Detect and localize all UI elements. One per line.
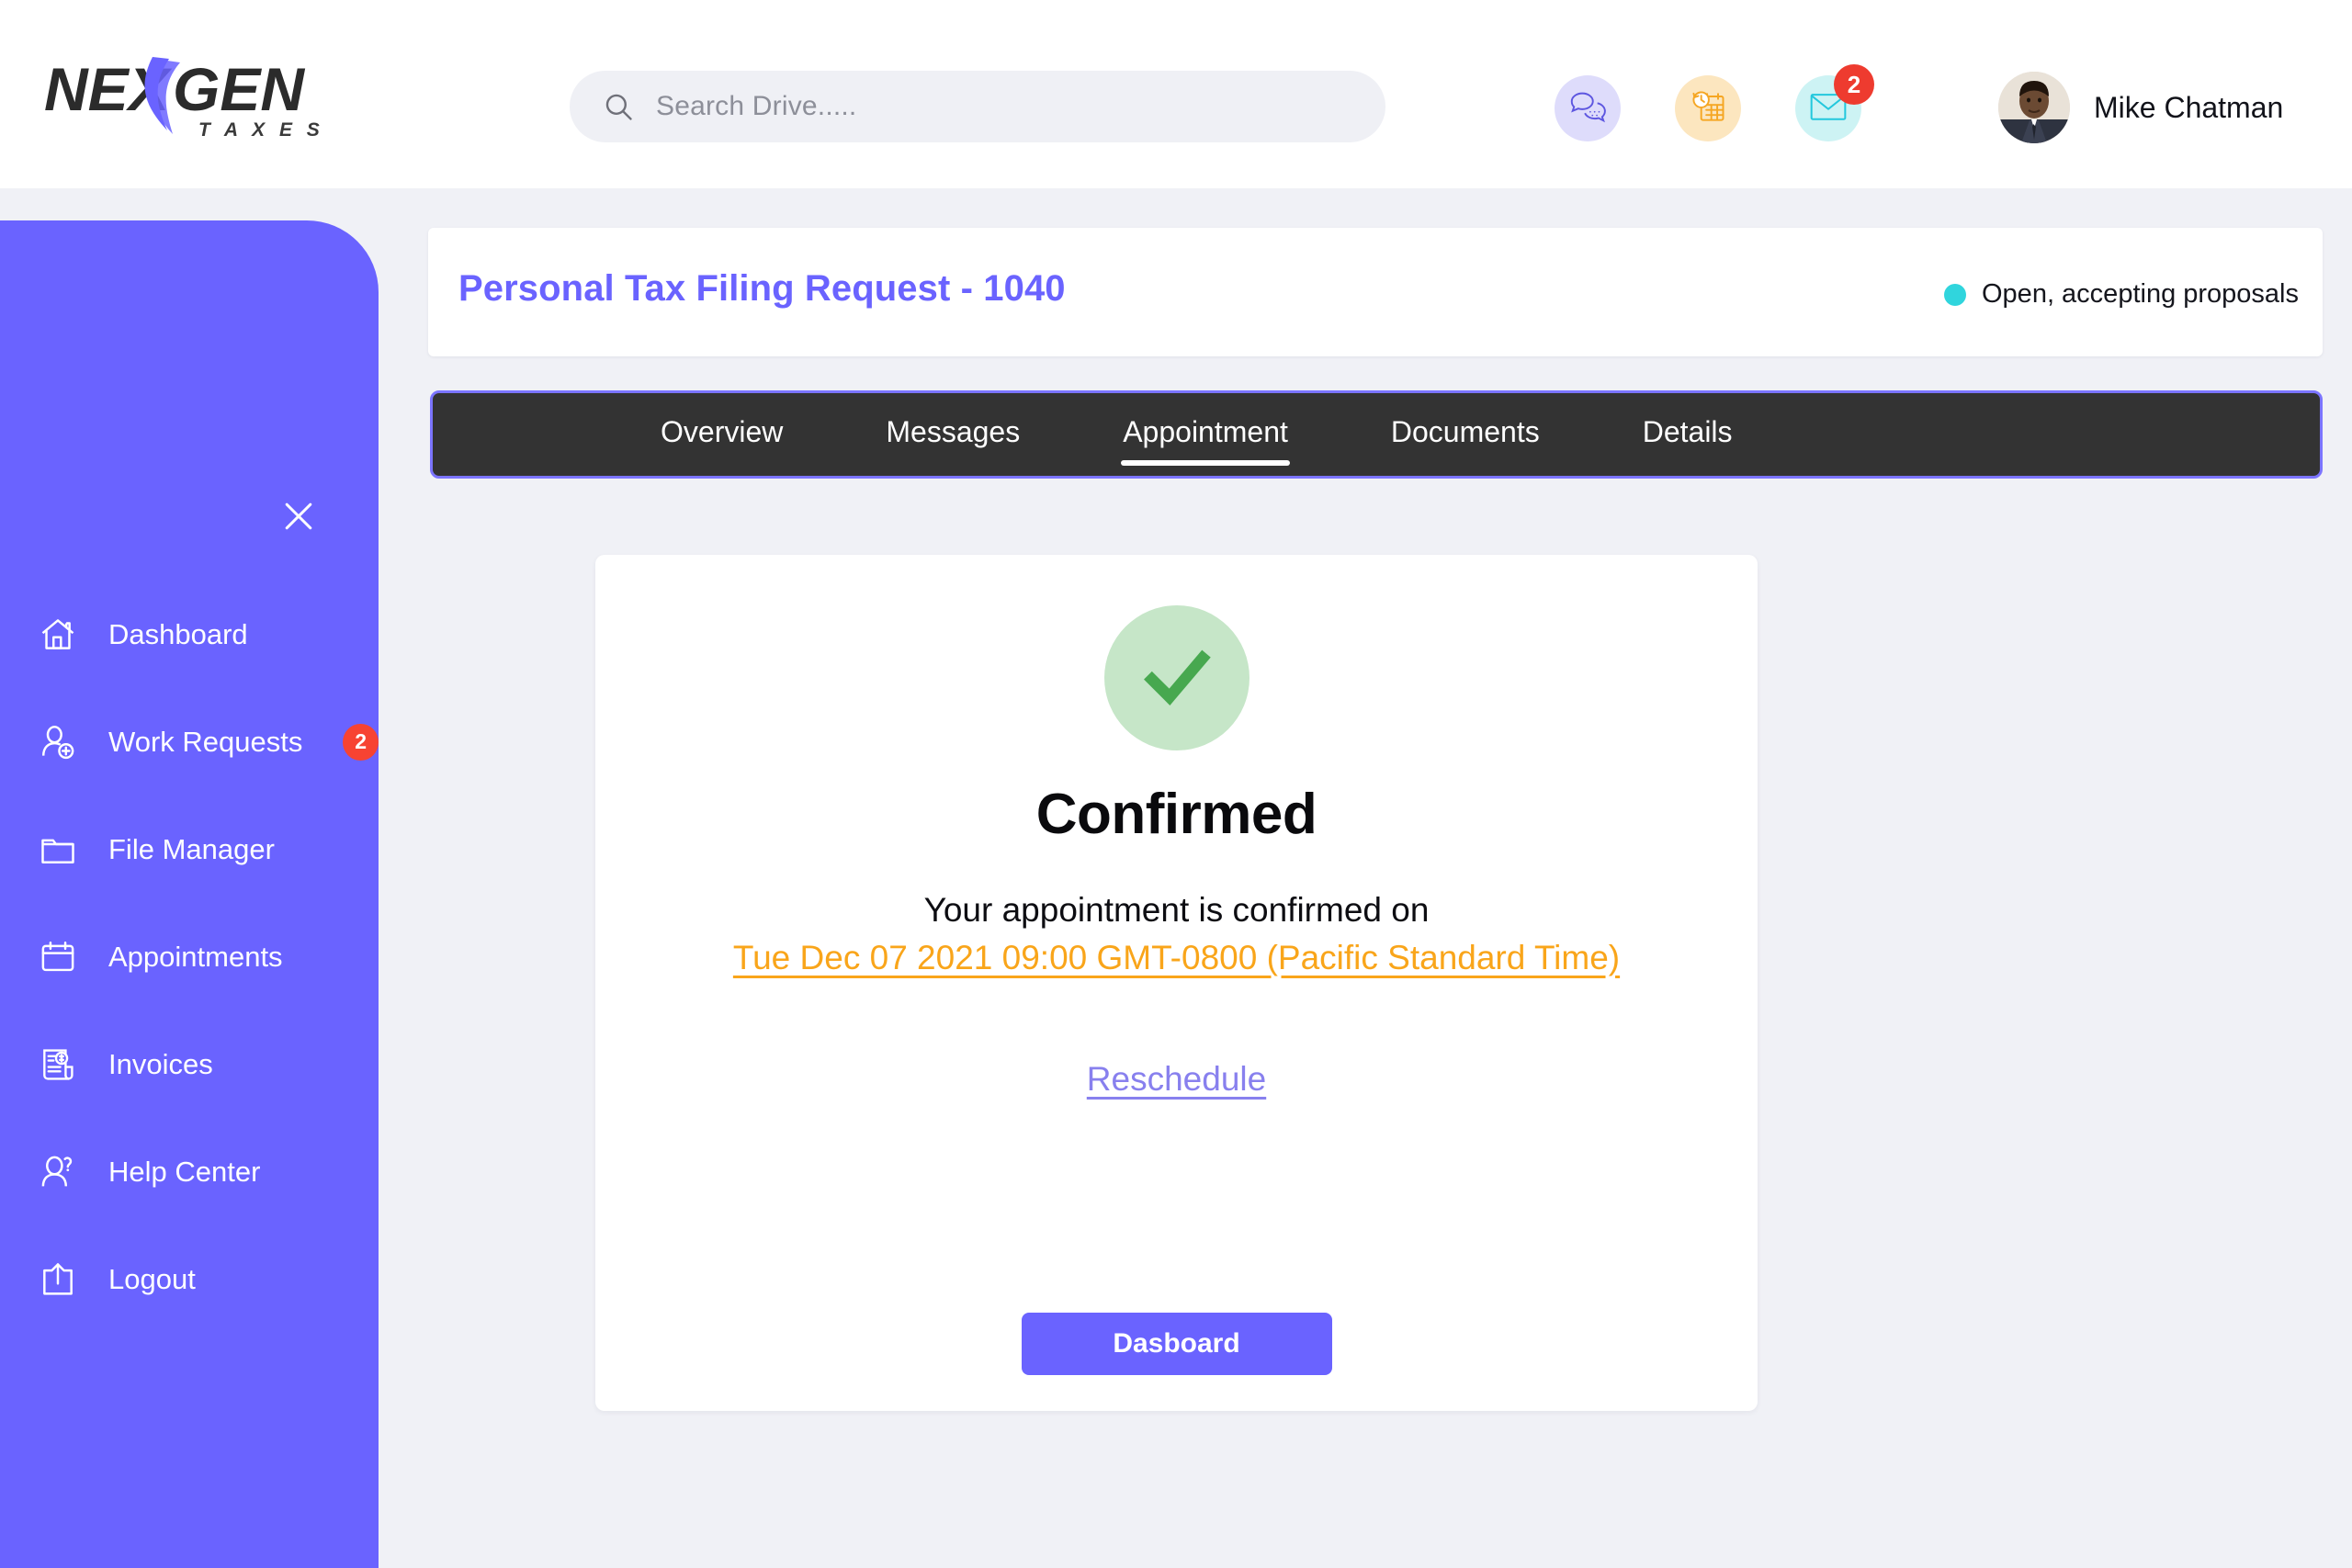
confirmation-heading: Confirmed bbox=[1035, 783, 1317, 846]
sidebar-item-work-requests[interactable]: Work Requests 2 bbox=[0, 688, 379, 795]
tab-appointment[interactable]: Appointment bbox=[1121, 415, 1290, 466]
tab-documents[interactable]: Documents bbox=[1391, 415, 1540, 455]
logout-icon bbox=[37, 1258, 79, 1301]
sidebar-item-appointments[interactable]: Appointments bbox=[0, 903, 379, 1010]
user-add-icon bbox=[37, 721, 79, 763]
user-profile[interactable]: Mike Chatman bbox=[1998, 72, 2283, 143]
top-header: NE X GEN T A X E S Search Drive..... bbox=[0, 0, 2352, 188]
status-dot-icon bbox=[1944, 283, 1966, 306]
appointment-datetime[interactable]: Tue Dec 07 2021 09:00 GMT-0800 (Pacific … bbox=[733, 939, 1620, 977]
sidebar-item-label: Work Requests bbox=[108, 725, 303, 758]
calendar-clock-icon bbox=[1688, 86, 1728, 131]
sidebar-item-logout[interactable]: Logout bbox=[0, 1225, 379, 1333]
chat-icon-button[interactable] bbox=[1555, 75, 1621, 141]
close-icon[interactable] bbox=[274, 491, 323, 541]
search-icon bbox=[603, 91, 634, 122]
sidebar-badge: 2 bbox=[343, 723, 379, 761]
avatar bbox=[1998, 72, 2070, 143]
check-icon bbox=[1103, 605, 1250, 750]
mail-icon-button[interactable]: 2 bbox=[1795, 64, 1874, 141]
reschedule-link[interactable]: Reschedule bbox=[1087, 1060, 1266, 1099]
appointment-confirmation-card: Confirmed Your appointment is confirmed … bbox=[595, 555, 1758, 1411]
status-badge: Open, accepting proposals bbox=[1944, 279, 2299, 310]
mail-badge: 2 bbox=[1834, 64, 1874, 105]
user-help-icon bbox=[37, 1151, 79, 1193]
confirmation-message: Your appointment is confirmed on bbox=[923, 891, 1430, 929]
calendar-icon bbox=[37, 936, 79, 978]
app-logo[interactable]: NE X GEN T A X E S bbox=[44, 46, 366, 142]
tab-messages[interactable]: Messages bbox=[886, 415, 1020, 455]
user-name: Mike Chatman bbox=[2094, 90, 2284, 124]
sidebar-item-help-center[interactable]: Help Center bbox=[0, 1118, 379, 1225]
tab-details[interactable]: Details bbox=[1643, 415, 1733, 455]
sidebar-item-dashboard[interactable]: Dashboard bbox=[0, 581, 379, 688]
sidebar: Dashboard Work Requests 2 File Manager A… bbox=[0, 220, 379, 1568]
sidebar-item-label: File Manager bbox=[108, 832, 275, 865]
tab-overview[interactable]: Overview bbox=[661, 415, 783, 455]
sidebar-item-label: Logout bbox=[108, 1262, 196, 1295]
tab-bar: Overview Messages Appointment Documents … bbox=[430, 390, 2323, 479]
logo-tagline: T A X E S bbox=[198, 119, 324, 141]
logo-text-gen: GEN bbox=[173, 55, 305, 123]
folder-icon bbox=[37, 829, 79, 871]
invoice-icon bbox=[37, 1043, 79, 1086]
page-title: Personal Tax Filing Request - 1040 bbox=[458, 268, 1066, 309]
home-icon bbox=[37, 614, 79, 656]
sidebar-item-file-manager[interactable]: File Manager bbox=[0, 795, 379, 903]
status-label: Open, accepting proposals bbox=[1982, 279, 2299, 309]
logo-text-ne: NE bbox=[44, 55, 130, 123]
sidebar-nav: Dashboard Work Requests 2 File Manager A… bbox=[0, 581, 379, 1333]
sidebar-item-invoices[interactable]: Invoices bbox=[0, 1010, 379, 1118]
dashboard-button[interactable]: Dasboard bbox=[1021, 1313, 1332, 1375]
sidebar-item-label: Help Center bbox=[108, 1155, 261, 1188]
search-input[interactable]: Search Drive..... bbox=[570, 71, 1385, 142]
chat-icon bbox=[1566, 85, 1609, 132]
page-title-card: Personal Tax Filing Request - 1040 Open,… bbox=[428, 228, 2323, 356]
sidebar-item-label: Invoices bbox=[108, 1047, 213, 1080]
sidebar-item-label: Appointments bbox=[108, 940, 283, 973]
search-placeholder: Search Drive..... bbox=[656, 91, 857, 121]
sidebar-item-label: Dashboard bbox=[108, 617, 248, 650]
calendar-clock-icon-button[interactable] bbox=[1675, 75, 1741, 141]
